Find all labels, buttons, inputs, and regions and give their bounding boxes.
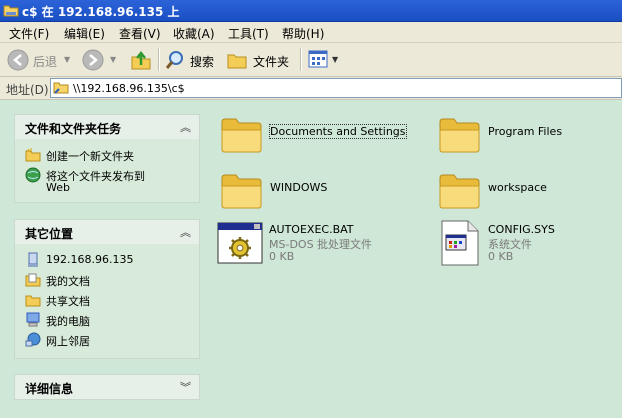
menu-favorites[interactable]: 收藏(A) <box>173 25 215 42</box>
file-tasks-title: 文件和文件夹任务 <box>25 122 122 136</box>
menu-edit[interactable]: 编辑(E) <box>64 25 105 42</box>
menu-bar: 文件(F) 编辑(E) 查看(V) 收藏(A) 工具(T) 帮助(H) <box>0 22 622 43</box>
file-size: 0 KB <box>488 250 514 263</box>
address-value: \\192.168.96.135\c$ <box>73 82 185 95</box>
address-bar: 地址(D) \\192.168.96.135\c$ <box>0 77 622 100</box>
expand-icon[interactable]: ︾ <box>180 379 191 395</box>
menu-help[interactable]: 帮助(H) <box>282 25 324 42</box>
forward-button[interactable] <box>80 47 106 72</box>
folder-workspace[interactable]: workspace <box>436 166 616 214</box>
file-autoexec-bat[interactable]: AUTOEXEC.BAT MS-DOS 批处理文件 0 KB <box>216 219 416 269</box>
back-button[interactable]: 后退 <box>5 47 63 72</box>
address-label: 地址(D) <box>6 83 49 97</box>
views-dropdown-icon: ▼ <box>332 55 339 64</box>
file-name: Documents and Settings <box>269 124 407 139</box>
file-size: 0 KB <box>269 250 295 263</box>
toolbar-separator <box>158 48 160 71</box>
file-name: WINDOWS <box>270 181 328 194</box>
back-arrow-icon <box>7 49 29 71</box>
toolbar-separator <box>300 48 302 71</box>
folder-windows[interactable]: WINDOWS <box>218 166 418 214</box>
collapse-icon[interactable]: ︽ <box>180 119 191 135</box>
menu-file[interactable]: 文件(F) <box>9 25 49 42</box>
folders-label: 文件夹 <box>253 55 290 69</box>
folders-icon <box>227 54 247 69</box>
my-computer-icon <box>26 312 40 327</box>
forward-dropdown-icon[interactable]: ▼ <box>110 55 116 64</box>
back-label: 后退 <box>33 55 58 69</box>
batch-file-icon <box>217 222 263 264</box>
place-label: 我的电脑 <box>46 315 90 328</box>
details-title: 详细信息 <box>25 382 74 396</box>
file-tasks-header[interactable]: 文件和文件夹任务 ︽ <box>14 114 200 139</box>
forward-arrow-icon <box>82 49 104 71</box>
task-label: Web <box>46 181 70 194</box>
network-places-icon <box>25 332 41 347</box>
menu-view[interactable]: 查看(V) <box>119 25 161 42</box>
folder-program-files[interactable]: Program Files <box>436 110 616 158</box>
toolbar: 后退 ▼ ▼ 搜索 文件夹 ▼ <box>0 43 622 77</box>
other-places-title: 其它位置 <box>25 227 74 241</box>
address-input[interactable]: \\192.168.96.135\c$ <box>50 78 622 98</box>
folders-button[interactable]: 文件夹 <box>225 47 295 72</box>
my-documents-icon <box>25 273 41 287</box>
file-tasks-pane: 文件和文件夹任务 ︽ 创建一个新文件夹 将这个文件夹发布到 Web <box>14 114 200 203</box>
details-pane: 详细信息 ︾ <box>14 374 200 400</box>
network-folder-icon <box>3 5 19 17</box>
folder-icon <box>439 174 480 209</box>
new-folder-icon <box>25 148 41 162</box>
views-icon <box>308 50 328 68</box>
folder-icon <box>439 118 480 153</box>
file-name: CONFIG.SYS <box>488 223 555 236</box>
details-header[interactable]: 详细信息 ︾ <box>14 374 200 400</box>
other-places-pane: 其它位置 ︽ 192.168.96.135 我的文档 共享文档 我的电脑 网上邻… <box>14 219 200 359</box>
shared-folder-icon <box>25 295 41 307</box>
file-name: Program Files <box>488 125 563 138</box>
folder-documents-and-settings[interactable]: Documents and Settings <box>218 110 418 158</box>
title-bar: c$ 在 192.168.96.135 上 <box>0 0 622 22</box>
place-label: 网上邻居 <box>46 335 90 348</box>
file-config-sys[interactable]: CONFIG.SYS 系统文件 0 KB <box>436 219 616 269</box>
search-button[interactable]: 搜索 <box>163 47 219 72</box>
window-title: c$ 在 192.168.96.135 上 <box>22 5 180 19</box>
views-button[interactable]: ▼ <box>306 47 342 72</box>
place-label: 共享文档 <box>46 295 90 308</box>
search-label: 搜索 <box>190 55 215 69</box>
file-name: workspace <box>488 181 547 194</box>
folder-icon <box>221 118 262 153</box>
menu-tools[interactable]: 工具(T) <box>228 25 269 42</box>
place-label: 192.168.96.135 <box>46 253 134 266</box>
folder-icon <box>221 174 262 209</box>
publish-web-icon <box>25 167 41 183</box>
file-name: AUTOEXEC.BAT <box>269 223 354 236</box>
other-places-body: 192.168.96.135 我的文档 共享文档 我的电脑 网上邻居 <box>14 244 200 359</box>
task-label: 创建一个新文件夹 <box>46 150 134 163</box>
place-label: 我的文档 <box>46 275 90 288</box>
up-button[interactable] <box>128 47 154 72</box>
back-dropdown-icon[interactable]: ▼ <box>64 55 70 64</box>
network-folder-icon <box>53 82 69 94</box>
other-places-header[interactable]: 其它位置 ︽ <box>14 219 200 244</box>
collapse-icon[interactable]: ︽ <box>180 224 191 240</box>
file-tasks-body: 创建一个新文件夹 将这个文件夹发布到 Web <box>14 139 200 203</box>
system-file-icon <box>441 220 479 266</box>
computer-icon <box>28 252 38 267</box>
search-icon <box>165 51 183 69</box>
folder-up-icon <box>131 50 151 70</box>
